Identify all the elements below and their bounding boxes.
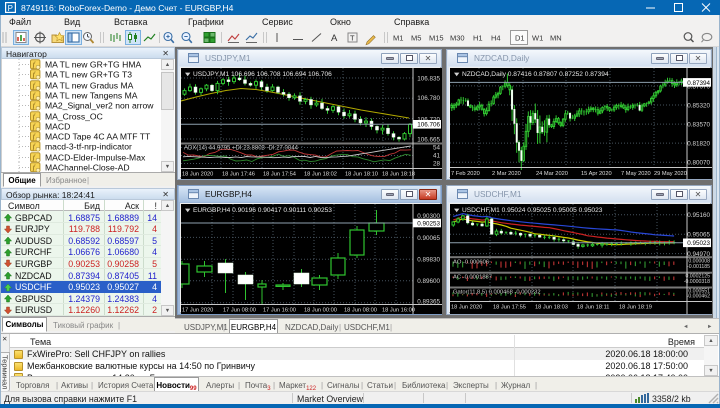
svg-text:MA TL new Tangens MA: MA TL new Tangens MA bbox=[45, 90, 138, 100]
svg-text:MA TL new Gradus MA: MA TL new Gradus MA bbox=[45, 80, 134, 90]
svg-text:18 Jun 18:11: 18 Jun 18:11 bbox=[577, 305, 609, 311]
svg-text:M30: M30 bbox=[450, 34, 465, 43]
svg-text:MACD-Elder-Impulse-Max: MACD-Elder-Impulse-Max bbox=[45, 152, 146, 162]
svg-text:H1: H1 bbox=[473, 34, 483, 43]
svg-text:0.94970: 0.94970 bbox=[687, 251, 710, 258]
svg-text:0.80070: 0.80070 bbox=[687, 160, 710, 167]
svg-text:18 Jun 17:55: 18 Jun 17:55 bbox=[493, 305, 526, 311]
svg-text:106.780: 106.780 bbox=[417, 95, 440, 102]
svg-text:MA TL new GR+TG T3: MA TL new GR+TG T3 bbox=[45, 70, 132, 80]
svg-text:Gator(11,8,5) 0.000468 -0.0002: Gator(11,8,5) 0.000468 -0.000232 bbox=[453, 289, 541, 295]
svg-text:0.95065: 0.95065 bbox=[687, 232, 710, 239]
svg-text:18 Jun 2020: 18 Jun 2020 bbox=[451, 305, 482, 311]
svg-text:MA_Cross_OC: MA_Cross_OC bbox=[45, 111, 103, 121]
svg-text:0.89600: 0.89600 bbox=[417, 278, 440, 285]
svg-text:W1: W1 bbox=[532, 34, 543, 43]
svg-text:-0.001185: -0.001185 bbox=[687, 264, 710, 270]
svg-text:28: 28 bbox=[433, 161, 441, 168]
svg-text:106.835: 106.835 bbox=[417, 75, 440, 82]
svg-text:29 May 2020: 29 May 2020 bbox=[654, 171, 687, 177]
svg-text:0.81820: 0.81820 bbox=[687, 141, 710, 148]
svg-text:USDCHF,M1 0.95024 0.95025 0.9: USDCHF,M1 0.95024 0.95025 0.95005 0.9502… bbox=[462, 207, 603, 214]
svg-text:-0.0000318: -0.0000318 bbox=[684, 279, 710, 285]
svg-text:0.90065: 0.90065 bbox=[417, 235, 440, 242]
svg-text:17 Jun 16:00: 17 Jun 16:00 bbox=[263, 308, 296, 314]
svg-text:18 Jun 18:18: 18 Jun 18:18 bbox=[382, 172, 415, 178]
svg-text:0.85320: 0.85320 bbox=[687, 102, 710, 109]
svg-text:ADX(14) 44.9795 +DI:23.8803 -D: ADX(14) 44.9795 +DI:23.8803 -DI:27.0044 bbox=[184, 146, 299, 152]
svg-text:106.706: 106.706 bbox=[417, 122, 440, 129]
svg-text:T: T bbox=[350, 34, 355, 43]
svg-text:18 Jun 18:03: 18 Jun 18:03 bbox=[535, 305, 568, 311]
svg-text:41: 41 bbox=[433, 153, 441, 160]
svg-text:18 Jun 08:00: 18 Jun 08:00 bbox=[344, 308, 377, 314]
svg-text:2 Mar 2020: 2 Mar 2020 bbox=[492, 171, 521, 177]
svg-text:17 Jun 2020: 17 Jun 2020 bbox=[182, 308, 213, 314]
svg-text:AO -0.000606: AO -0.000606 bbox=[453, 260, 489, 266]
svg-text:P: P bbox=[8, 4, 13, 13]
svg-text:macd-3-tf-nrp-indicator: macd-3-tf-nrp-indicator bbox=[45, 142, 132, 152]
svg-text:-0.000462: -0.000462 bbox=[687, 293, 710, 299]
svg-text:7 May 2020: 7 May 2020 bbox=[621, 171, 651, 177]
svg-text:A: A bbox=[331, 33, 338, 44]
svg-text:18 Jun 2020: 18 Jun 2020 bbox=[182, 172, 213, 178]
svg-text:18 Jun 17:46: 18 Jun 17:46 bbox=[222, 172, 255, 178]
svg-text:MA TL new GR+TG HMA: MA TL new GR+TG HMA bbox=[45, 59, 141, 69]
svg-text:54: 54 bbox=[433, 145, 441, 152]
svg-text:M15: M15 bbox=[429, 34, 444, 43]
svg-text:MACD: MACD bbox=[45, 121, 70, 131]
svg-text:106.665: 106.665 bbox=[417, 136, 440, 143]
svg-text:USDJPY,M1 106.696 106.708 106: USDJPY,M1 106.696 106.708 106.694 106.70… bbox=[193, 71, 332, 78]
svg-text:24 Mar 2020: 24 Mar 2020 bbox=[536, 171, 568, 177]
svg-text:NZDCAD,Daily 0.87416 0.87807: NZDCAD,Daily 0.87416 0.87807 0.87252 0.8… bbox=[462, 71, 609, 78]
svg-text:17 Jun 08:00: 17 Jun 08:00 bbox=[223, 308, 256, 314]
svg-text:AC -0.0001887: AC -0.0001887 bbox=[453, 275, 492, 281]
svg-text:18 Jun 18:19: 18 Jun 18:19 bbox=[619, 305, 652, 311]
svg-text:MAChannel-Close-AD: MAChannel-Close-AD bbox=[45, 162, 130, 172]
svg-text:15 Apr 2020: 15 Apr 2020 bbox=[581, 171, 612, 177]
svg-text:18 Jun 18:02: 18 Jun 18:02 bbox=[304, 172, 337, 178]
svg-text:0.83570: 0.83570 bbox=[687, 122, 710, 129]
svg-text:0.90253: 0.90253 bbox=[417, 220, 440, 227]
svg-text:M5: M5 bbox=[411, 34, 421, 43]
svg-text:H4: H4 bbox=[491, 34, 501, 43]
svg-text:EURGBP,H4 0.90196 0.90417 0.9: EURGBP,H4 0.90196 0.90417 0.90111 0.9025… bbox=[193, 207, 332, 214]
svg-text:0.89830: 0.89830 bbox=[417, 257, 440, 264]
svg-text:0.95023: 0.95023 bbox=[687, 240, 710, 247]
svg-text:18 Jun 18:10: 18 Jun 18:10 bbox=[345, 172, 378, 178]
svg-text:0.95160: 0.95160 bbox=[687, 212, 710, 219]
svg-text:MN: MN bbox=[550, 34, 562, 43]
svg-text:MACD Tape 4C AA MTF TT: MACD Tape 4C AA MTF TT bbox=[45, 131, 151, 141]
svg-text:18 Jun 16:00: 18 Jun 16:00 bbox=[382, 308, 415, 314]
svg-text:D1: D1 bbox=[515, 34, 525, 43]
svg-text:MA2_Signal_ver2 non arrow: MA2_Signal_ver2 non arrow bbox=[45, 101, 154, 111]
svg-text:7 Feb 2020: 7 Feb 2020 bbox=[451, 171, 480, 177]
svg-text:M1: M1 bbox=[393, 34, 403, 43]
svg-text:18 Jun 17:54: 18 Jun 17:54 bbox=[263, 172, 296, 178]
svg-text:0.87394: 0.87394 bbox=[687, 80, 710, 87]
svg-text:18 Jun 00:00: 18 Jun 00:00 bbox=[304, 308, 337, 314]
